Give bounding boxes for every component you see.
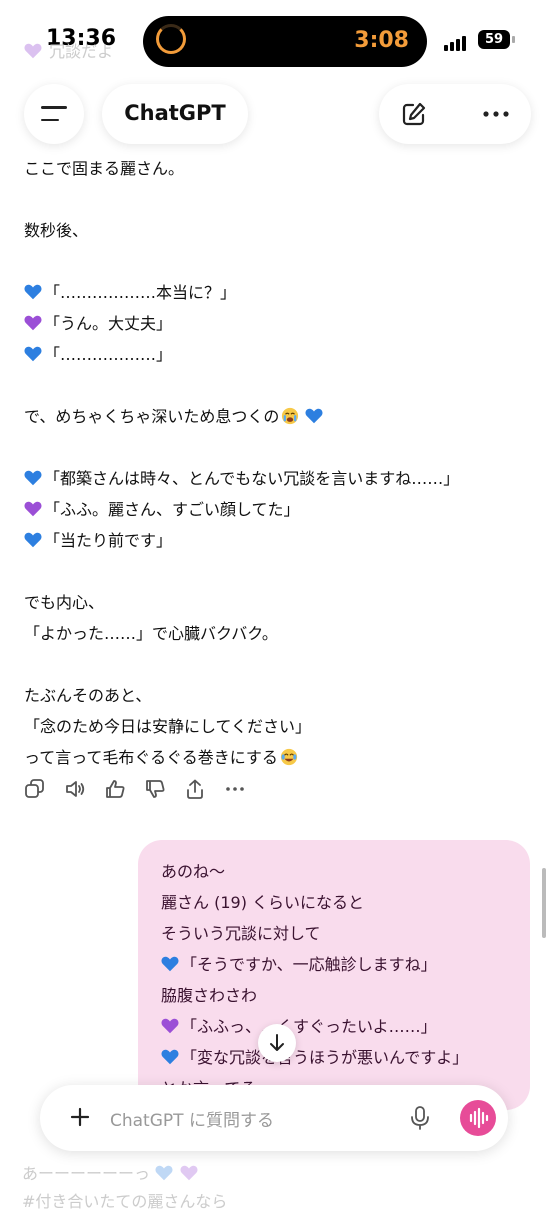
message-line: 「………………本当に？」 [24, 277, 534, 308]
blue-heart-icon [161, 956, 179, 972]
crying-face-icon [282, 407, 299, 425]
bubble-line: あのね〜 [161, 862, 226, 881]
message-line: たぶんそのあと、 [24, 686, 152, 705]
bubble-line: 麗さん (19) くらいになると [161, 893, 365, 912]
bubble-line: 「そうですか、一応触診しますね」 [161, 949, 437, 980]
user-message-bubble: あのね〜 麗さん (19) くらいになると そういう冗談に対して 「そうですか、… [138, 840, 530, 1110]
arrow-down-icon [270, 1034, 284, 1051]
laughing-crying-icon [280, 748, 298, 766]
message-line: でも内心、 [24, 593, 105, 612]
scroll-to-bottom-button[interactable] [258, 1024, 296, 1062]
purple-heart-icon [24, 43, 42, 59]
purple-heart-icon [24, 501, 42, 517]
bubble-line: 「ふふっ、…くすぐったいよ……」 [161, 1011, 437, 1042]
blue-heart-icon [24, 346, 42, 362]
header-actions [379, 84, 531, 144]
bubble-line: 「変な冗談を言うほうが悪いんですよ」 [161, 1042, 468, 1073]
bubble-line: 脇腹さわさわ [161, 986, 258, 1005]
more-icon[interactable] [481, 102, 511, 126]
purple-heart-icon [180, 1165, 198, 1181]
blue-heart-icon [24, 532, 42, 548]
composer: ChatGPT に質問する [40, 1085, 508, 1151]
more-actions-icon[interactable] [224, 778, 246, 800]
dynamic-island: 3:08 [143, 16, 427, 67]
timer-text: 3:08 [354, 28, 409, 53]
share-icon[interactable] [184, 778, 206, 800]
edit-icon[interactable] [401, 101, 427, 127]
scrollbar[interactable] [542, 868, 546, 938]
signal-icon [444, 32, 468, 51]
purple-heart-icon [161, 1018, 179, 1034]
message-line: 数秒後、 [24, 221, 89, 240]
message-line: 「うん。大丈夫」 [24, 308, 534, 339]
message-line: 「………………」 [24, 339, 534, 370]
voice-icon [469, 1107, 489, 1129]
assistant-message: ここで固まる麗さん。 数秒後、 「………………本当に？」 「うん。大丈夫」 「…… [24, 153, 534, 773]
battery-tip [512, 36, 515, 43]
message-line: 「ふふ。麗さん、すごい顔してた」 [24, 494, 534, 525]
battery-icon: 59 [478, 30, 510, 49]
timer-icon [156, 24, 186, 54]
blue-heart-icon [305, 408, 323, 424]
menu-icon [41, 106, 67, 131]
message-line: で、めちゃくちゃ深いため息つくの [24, 401, 534, 432]
faded-next-text: あーーーーーーっ [22, 1160, 200, 1184]
blue-heart-icon [155, 1165, 173, 1181]
blue-heart-icon [24, 470, 42, 486]
message-line: 「当たり前です」 [24, 525, 534, 556]
purple-heart-icon [24, 315, 42, 331]
plus-icon[interactable] [68, 1105, 92, 1129]
message-line: 「よかった……」で心臓バクバク。 [24, 624, 278, 643]
mic-icon[interactable] [408, 1105, 432, 1131]
copy-icon[interactable] [24, 778, 46, 800]
menu-button[interactable] [24, 84, 84, 144]
faded-next-text: #付き合いたての麗さんなら [22, 1192, 228, 1211]
speaker-icon[interactable] [64, 778, 86, 800]
blue-heart-icon [24, 284, 42, 300]
message-line: 「都築さんは時々、とんでもない冗談を言いますね……」 [24, 463, 534, 494]
blue-heart-icon [161, 1049, 179, 1065]
thumbs-up-icon[interactable] [104, 778, 126, 800]
voice-mode-button[interactable] [460, 1100, 496, 1136]
message-input[interactable]: ChatGPT に質問する [110, 1106, 274, 1131]
title-pill[interactable]: ChatGPT [102, 84, 248, 144]
message-line: 「念のため今日は安静にしてください」 [24, 717, 312, 736]
message-line: って言って毛布ぐるぐる巻きにする [24, 742, 534, 773]
message-line: ここで固まる麗さん。 [24, 159, 185, 178]
thumbs-down-icon[interactable] [144, 778, 166, 800]
page-title: ChatGPT [124, 101, 226, 125]
faded-previous-text: 冗談だよ [24, 38, 113, 62]
bubble-line: そういう冗談に対して [161, 924, 321, 943]
